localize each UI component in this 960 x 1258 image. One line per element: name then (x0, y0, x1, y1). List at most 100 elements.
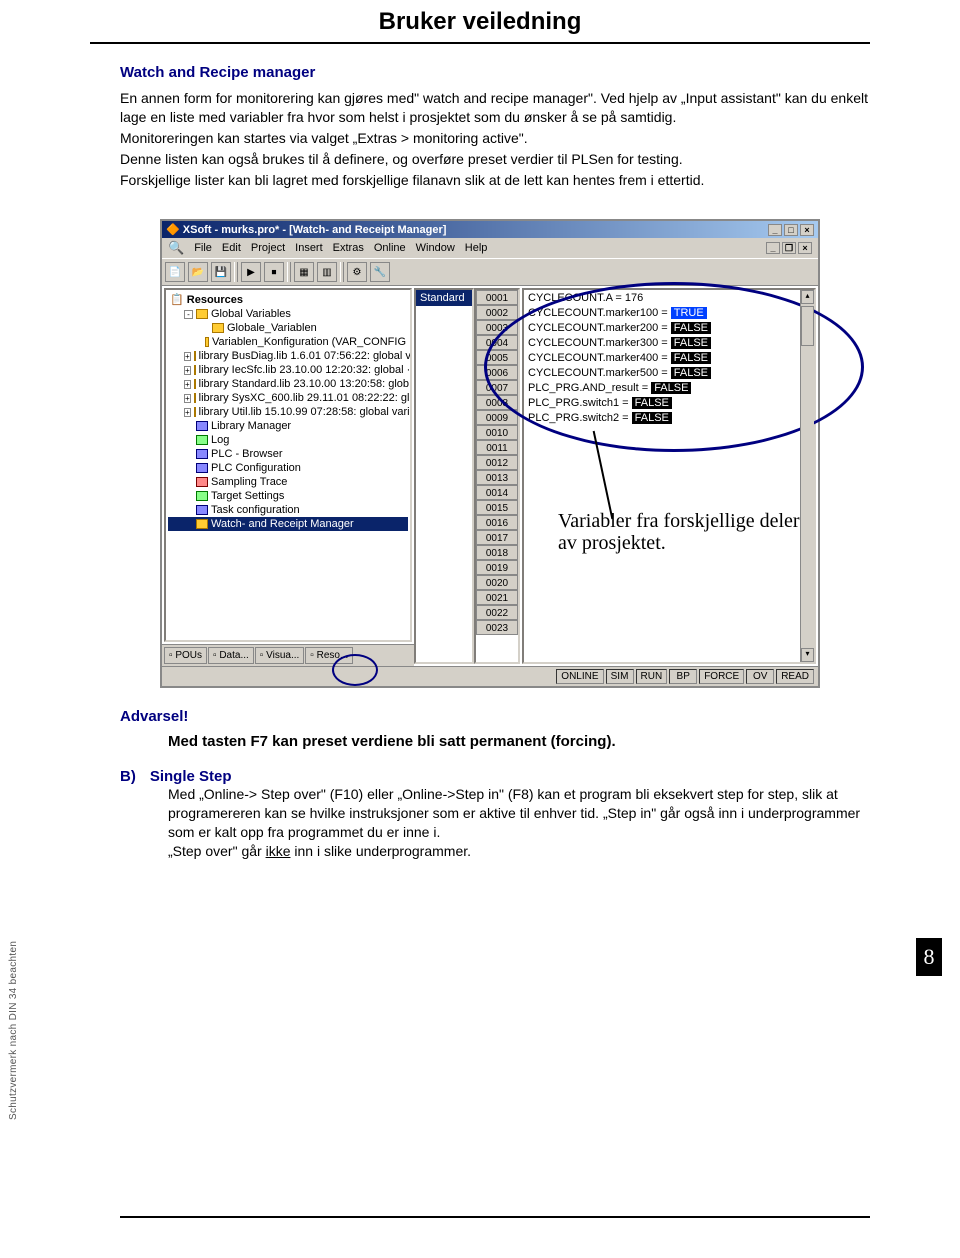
tree-item[interactable]: Watch- and Receipt Manager (168, 517, 408, 531)
row-number[interactable]: 0019 (476, 560, 518, 575)
row-number[interactable]: 0023 (476, 620, 518, 635)
maximize-button[interactable]: □ (784, 224, 798, 236)
watch-value-line[interactable]: PLC_PRG.AND_result = FALSE (524, 380, 814, 395)
expand-icon[interactable]: + (184, 380, 191, 389)
resources-pane[interactable]: 📋 Resources -Global VariablesGlobale_Var… (164, 288, 412, 642)
watch-value-line[interactable]: CYCLECOUNT.marker500 = FALSE (524, 365, 814, 380)
expand-icon[interactable]: - (184, 310, 193, 319)
expand-icon[interactable]: + (184, 352, 191, 361)
menu-window[interactable]: Window (416, 242, 455, 254)
row-number[interactable]: 0002 (476, 305, 518, 320)
watch-value-line[interactable]: CYCLECOUNT.marker400 = FALSE (524, 350, 814, 365)
hr-bottom (120, 1216, 870, 1218)
values-pane[interactable]: CYCLECOUNT.A = 176CYCLECOUNT.marker100 =… (522, 288, 816, 664)
tree-item[interactable]: PLC - Browser (168, 447, 408, 461)
tab-pous[interactable]: ▫ POUs (164, 647, 207, 664)
tree-item[interactable]: +library BusDiag.lib 1.6.01 07:56:22: gl… (168, 349, 408, 363)
mdi-restore[interactable]: ❐ (782, 242, 796, 254)
row-number[interactable]: 0011 (476, 440, 518, 455)
watch-list-col[interactable]: Standard (414, 288, 474, 664)
watch-value-line[interactable]: PLC_PRG.switch2 = FALSE (524, 410, 814, 425)
tree-label: library Standard.lib 23.10.00 13:20:58: … (199, 378, 409, 390)
scroll-up[interactable]: ▴ (801, 290, 814, 304)
tree-item[interactable]: + library SysXC_600.lib 29.11.01 08:22:22… (168, 391, 408, 405)
hr-top (90, 42, 870, 44)
menu-edit[interactable]: Edit (222, 242, 241, 254)
menu-insert[interactable]: Insert (295, 242, 323, 254)
menu-online[interactable]: Online (374, 242, 406, 254)
scroll-down[interactable]: ▾ (801, 648, 814, 662)
row-number[interactable]: 0012 (476, 455, 518, 470)
tb-stop[interactable]: ⏹ (264, 262, 284, 282)
close-button[interactable]: × (800, 224, 814, 236)
watch-value-line[interactable]: CYCLECOUNT.marker200 = FALSE (524, 320, 814, 335)
resource-tree[interactable]: 📋 Resources -Global VariablesGlobale_Var… (166, 290, 410, 533)
tree-item[interactable]: +library IecSfc.lib 23.10.00 12:20:32: g… (168, 363, 408, 377)
folder-icon (205, 337, 209, 347)
tb-save[interactable]: 💾 (211, 262, 231, 282)
row-number[interactable]: 0017 (476, 530, 518, 545)
expand-icon[interactable]: + (184, 408, 191, 417)
row-number[interactable]: 0007 (476, 380, 518, 395)
row-number[interactable]: 0009 (476, 410, 518, 425)
minimize-button[interactable]: _ (768, 224, 782, 236)
row-number[interactable]: 0013 (476, 470, 518, 485)
tree-item[interactable]: Library Manager (168, 419, 408, 433)
watch-standard[interactable]: Standard (416, 290, 472, 306)
tb-open[interactable]: 📂 (188, 262, 208, 282)
menu-project[interactable]: Project (251, 242, 285, 254)
row-number[interactable]: 0022 (476, 605, 518, 620)
row-number[interactable]: 0016 (476, 515, 518, 530)
row-number[interactable]: 0020 (476, 575, 518, 590)
tree-item[interactable]: Log (168, 433, 408, 447)
scroll-thumb[interactable] (801, 306, 814, 346)
tree-item[interactable]: Target Settings (168, 489, 408, 503)
mdi-minimize[interactable]: _ (766, 242, 780, 254)
tb-c[interactable]: ⚙ (347, 262, 367, 282)
scrollbar[interactable]: ▴ ▾ (800, 290, 814, 662)
row-number[interactable]: 0015 (476, 500, 518, 515)
row-number[interactable]: 0021 (476, 590, 518, 605)
tree-item[interactable]: + library Util.lib 15.10.99 07:28:58: glo… (168, 405, 408, 419)
row-number[interactable]: 0018 (476, 545, 518, 560)
watch-value-line[interactable]: CYCLECOUNT.A = 176 (524, 290, 814, 305)
search-icon[interactable]: 🔍 (168, 240, 184, 256)
tb-d[interactable]: 🔧 (370, 262, 390, 282)
tab-data[interactable]: ▫ Data... (208, 647, 254, 664)
menu-help[interactable]: Help (465, 242, 488, 254)
tree-root[interactable]: 📋 Resources (168, 292, 408, 307)
menu-extras[interactable]: Extras (333, 242, 364, 254)
watch-value-line[interactable]: PLC_PRG.switch1 = FALSE (524, 395, 814, 410)
row-number[interactable]: 0014 (476, 485, 518, 500)
tree-label: library Util.lib 15.10.99 07:28:58: glob… (199, 406, 410, 418)
tree-item[interactable]: Globale_Variablen (168, 321, 408, 335)
tb-b[interactable]: ▥ (317, 262, 337, 282)
watch-value-line[interactable]: CYCLECOUNT.marker300 = FALSE (524, 335, 814, 350)
tree-item[interactable]: Variablen_Konfiguration (VAR_CONFIG (168, 335, 408, 349)
menu-file[interactable]: File (194, 242, 212, 254)
tree-label: library SysXC_600.lib 29.11.01 08:22:22:… (199, 392, 410, 404)
row-number[interactable]: 0006 (476, 365, 518, 380)
row-number[interactable]: 0010 (476, 425, 518, 440)
expand-icon[interactable]: + (184, 394, 191, 403)
expand-icon[interactable]: + (184, 366, 191, 375)
titlebar[interactable]: 🔶 XSoft - murks.pro* - [Watch- and Recei… (162, 221, 818, 238)
tb-run[interactable]: ▶ (241, 262, 261, 282)
mdi-close[interactable]: × (798, 242, 812, 254)
row-number[interactable]: 0008 (476, 395, 518, 410)
watch-value-line[interactable]: CYCLECOUNT.marker100 = TRUE (524, 305, 814, 320)
tab-visua[interactable]: ▫ Visua... (255, 647, 305, 664)
tree-item[interactable]: Task configuration (168, 503, 408, 517)
tree-item[interactable]: -Global Variables (168, 307, 408, 321)
tree-item[interactable]: + library Standard.lib 23.10.00 13:20:58:… (168, 377, 408, 391)
row-number[interactable]: 0001 (476, 290, 518, 305)
tree-item[interactable]: Sampling Trace (168, 475, 408, 489)
tab-reso[interactable]: ▫ Reso... (305, 647, 353, 664)
tb-new[interactable]: 📄 (165, 262, 185, 282)
tree-item[interactable]: PLC Configuration (168, 461, 408, 475)
row-number[interactable]: 0005 (476, 350, 518, 365)
folder-icon (196, 477, 208, 487)
tb-a[interactable]: ▦ (294, 262, 314, 282)
row-number[interactable]: 0003 (476, 320, 518, 335)
row-number[interactable]: 0004 (476, 335, 518, 350)
